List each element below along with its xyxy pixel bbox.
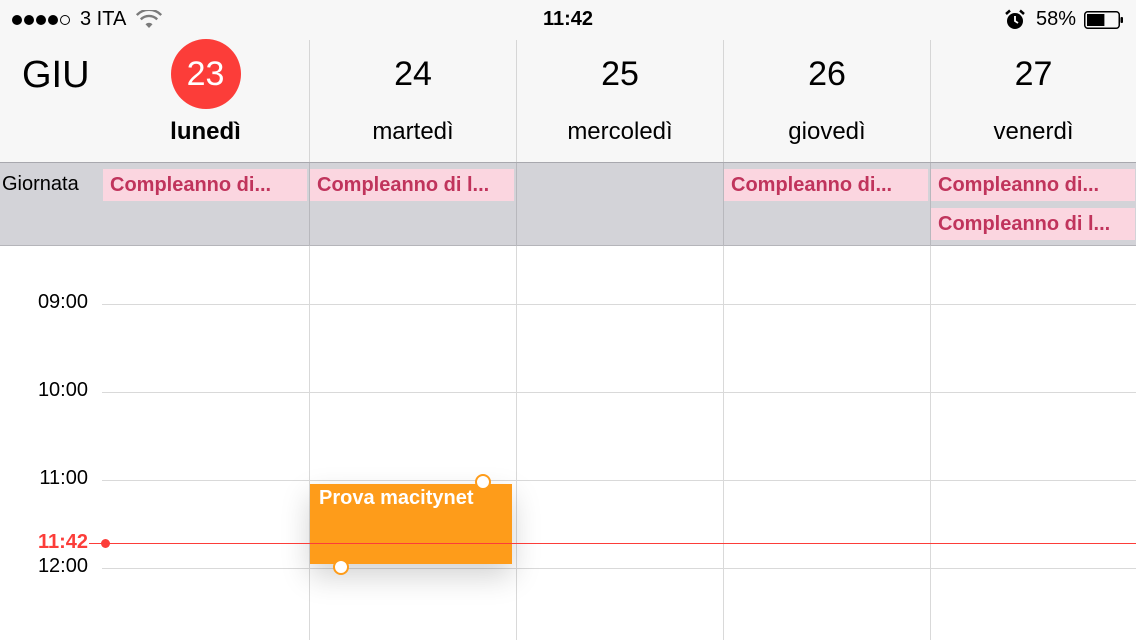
all-day-event[interactable]: Compleanno di...: [931, 169, 1135, 201]
day-number: 26: [808, 55, 846, 93]
current-time-dot: [101, 539, 110, 548]
all-day-event[interactable]: Compleanno di l...: [310, 169, 514, 201]
status-bar: 3 ITA 11:42 58%: [0, 0, 1136, 40]
hour-line: [102, 568, 1136, 569]
current-time-line: [102, 543, 1136, 544]
day-name: venerdì: [993, 118, 1074, 145]
timeline-grid[interactable]: 09:00 10:00 11:00 12:00 Prova macitynet …: [0, 246, 1136, 640]
day-header-friday[interactable]: 27 venerdì: [931, 40, 1136, 162]
day-number: 27: [1014, 55, 1053, 93]
day-header-thursday[interactable]: 26 giovedì: [724, 40, 930, 162]
calendar-event[interactable]: Prova macitynet: [310, 484, 512, 564]
hour-line: [102, 304, 1136, 305]
day-number: 24: [394, 55, 432, 93]
all-day-event[interactable]: Compleanno di...: [724, 169, 928, 201]
hour-label: 09:00: [37, 291, 88, 313]
hour-label: 11:00: [39, 467, 88, 489]
week-header: GIU 23 lunedì 24 martedì 25 mercoledì 26…: [0, 39, 1136, 162]
hour-label: 12:00: [37, 555, 88, 577]
day-name: giovedì: [788, 118, 866, 145]
today-badge: 23: [102, 39, 309, 109]
current-time-label: 11:42: [37, 531, 88, 553]
month-label[interactable]: GIU: [22, 54, 90, 97]
event-title: Prova macitynet: [319, 487, 474, 509]
day-name: lunedì: [170, 118, 241, 145]
hour-label: 10:00: [37, 379, 88, 401]
day-name: mercoledì: [567, 118, 673, 145]
day-header-tuesday[interactable]: 24 martedì: [310, 40, 516, 162]
all-day-label: Giornata: [2, 173, 79, 195]
alarm-icon: [1005, 9, 1025, 29]
day-header-wednesday[interactable]: 25 mercoledì: [517, 40, 723, 162]
all-day-section: Giornata Compleanno di... Compleanno di …: [0, 162, 1136, 247]
column-divider: [930, 246, 931, 640]
column-divider: [516, 163, 517, 247]
column-divider: [723, 246, 724, 640]
status-time: 11:42: [542, 8, 594, 30]
status-right: 58%: [1004, 8, 1124, 31]
column-divider: [516, 246, 517, 640]
day-name: martedì: [372, 118, 454, 145]
battery-icon: [1084, 10, 1123, 29]
hour-line: [102, 480, 1136, 481]
event-resize-handle-bottom[interactable]: [333, 559, 349, 575]
day-number: 23: [170, 39, 241, 109]
battery-percent: 58%: [1035, 8, 1076, 30]
all-day-event[interactable]: Compleanno di...: [103, 169, 307, 201]
event-resize-handle-top[interactable]: [475, 474, 491, 490]
column-divider: [309, 246, 310, 640]
day-header-monday[interactable]: 23 lunedì: [102, 39, 309, 162]
all-day-event[interactable]: Compleanno di l...: [931, 208, 1135, 240]
hour-line: [102, 392, 1136, 393]
day-number: 25: [601, 55, 639, 93]
